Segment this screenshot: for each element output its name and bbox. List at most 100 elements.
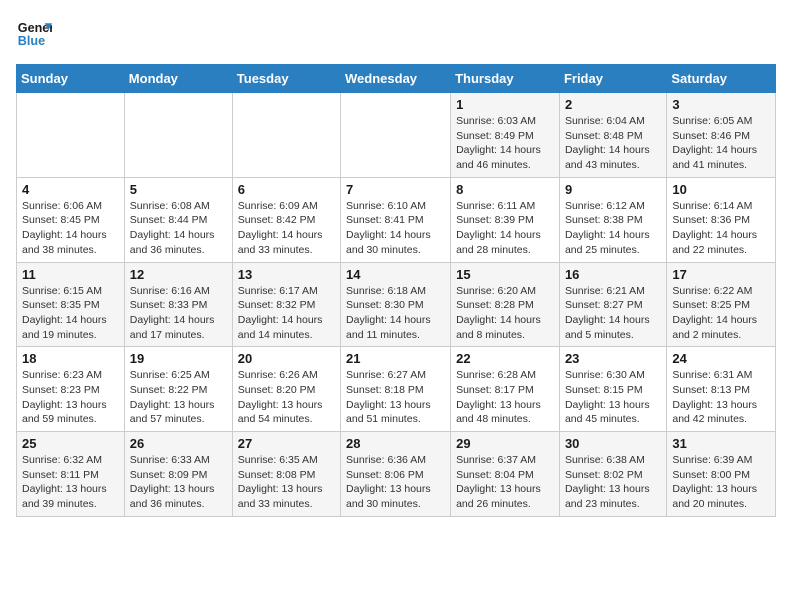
calendar-cell: 12 Sunrise: 6:16 AM Sunset: 8:33 PM Dayli… [124, 262, 232, 347]
calendar-cell: 17 Sunrise: 6:22 AM Sunset: 8:25 PM Dayli… [667, 262, 776, 347]
day-info: Sunrise: 6:25 AM Sunset: 8:22 PM Dayligh… [130, 368, 227, 427]
calendar-cell: 10 Sunrise: 6:14 AM Sunset: 8:36 PM Dayli… [667, 177, 776, 262]
weekday-header-thursday: Thursday [451, 65, 560, 93]
day-number: 29 [456, 436, 554, 451]
calendar-cell: 31 Sunrise: 6:39 AM Sunset: 8:00 PM Dayli… [667, 432, 776, 517]
day-number: 20 [238, 351, 335, 366]
weekday-header-sunday: Sunday [17, 65, 125, 93]
day-number: 15 [456, 267, 554, 282]
day-info: Sunrise: 6:12 AM Sunset: 8:38 PM Dayligh… [565, 199, 661, 258]
day-info: Sunrise: 6:33 AM Sunset: 8:09 PM Dayligh… [130, 453, 227, 512]
day-number: 28 [346, 436, 445, 451]
calendar-cell: 30Sunrise: 6:38 AM Sunset: 8:02 PM Dayli… [559, 432, 666, 517]
day-info: Sunrise: 6:03 AM Sunset: 8:49 PM Dayligh… [456, 114, 554, 173]
day-info: Sunrise: 6:05 AM Sunset: 8:46 PM Dayligh… [672, 114, 770, 173]
day-number: 16 [565, 267, 661, 282]
calendar-cell: 20 Sunrise: 6:26 AM Sunset: 8:20 PM Dayli… [232, 347, 340, 432]
day-number: 22 [456, 351, 554, 366]
svg-text:Blue: Blue [18, 34, 45, 48]
calendar-cell: 28 Sunrise: 6:36 AM Sunset: 8:06 PM Dayli… [341, 432, 451, 517]
day-info: Sunrise: 6:04 AM Sunset: 8:48 PM Dayligh… [565, 114, 661, 173]
day-number: 24 [672, 351, 770, 366]
day-number: 23 [565, 351, 661, 366]
day-number: 2 [565, 97, 661, 112]
day-info: Sunrise: 6:20 AM Sunset: 8:28 PM Dayligh… [456, 284, 554, 343]
day-info: Sunrise: 6:18 AM Sunset: 8:30 PM Dayligh… [346, 284, 445, 343]
calendar-cell: 13 Sunrise: 6:17 AM Sunset: 8:32 PM Dayli… [232, 262, 340, 347]
page-header: General Blue [16, 16, 776, 52]
day-number: 14 [346, 267, 445, 282]
day-info: Sunrise: 6:10 AM Sunset: 8:41 PM Dayligh… [346, 199, 445, 258]
day-number: 25 [22, 436, 119, 451]
day-number: 8 [456, 182, 554, 197]
calendar-cell [341, 93, 451, 178]
calendar-cell: 3 Sunrise: 6:05 AM Sunset: 8:46 PM Daylig… [667, 93, 776, 178]
calendar-week-4: 18 Sunrise: 6:23 AM Sunset: 8:23 PM Dayli… [17, 347, 776, 432]
calendar-cell: 2 Sunrise: 6:04 AM Sunset: 8:48 PM Daylig… [559, 93, 666, 178]
day-number: 9 [565, 182, 661, 197]
weekday-header-monday: Monday [124, 65, 232, 93]
day-number: 3 [672, 97, 770, 112]
weekday-header-saturday: Saturday [667, 65, 776, 93]
day-number: 26 [130, 436, 227, 451]
calendar-cell: 5 Sunrise: 6:08 AM Sunset: 8:44 PM Daylig… [124, 177, 232, 262]
day-number: 17 [672, 267, 770, 282]
day-number: 5 [130, 182, 227, 197]
calendar-cell: 9 Sunrise: 6:12 AM Sunset: 8:38 PM Daylig… [559, 177, 666, 262]
day-number: 7 [346, 182, 445, 197]
day-info: Sunrise: 6:15 AM Sunset: 8:35 PM Dayligh… [22, 284, 119, 343]
calendar-cell: 15 Sunrise: 6:20 AM Sunset: 8:28 PM Dayli… [451, 262, 560, 347]
calendar-week-1: 1 Sunrise: 6:03 AM Sunset: 8:49 PM Daylig… [17, 93, 776, 178]
day-number: 30 [565, 436, 661, 451]
calendar-cell: 25Sunrise: 6:32 AM Sunset: 8:11 PM Dayli… [17, 432, 125, 517]
day-info: Sunrise: 6:31 AM Sunset: 8:13 PM Dayligh… [672, 368, 770, 427]
day-number: 12 [130, 267, 227, 282]
weekday-header-wednesday: Wednesday [341, 65, 451, 93]
weekday-header-friday: Friday [559, 65, 666, 93]
calendar-cell: 24 Sunrise: 6:31 AM Sunset: 8:13 PM Dayli… [667, 347, 776, 432]
calendar-cell: 6Sunrise: 6:09 AM Sunset: 8:42 PM Daylig… [232, 177, 340, 262]
day-number: 4 [22, 182, 119, 197]
calendar-cell: 23 Sunrise: 6:30 AM Sunset: 8:15 PM Dayli… [559, 347, 666, 432]
day-number: 21 [346, 351, 445, 366]
day-info: Sunrise: 6:08 AM Sunset: 8:44 PM Dayligh… [130, 199, 227, 258]
calendar-cell: 18 Sunrise: 6:23 AM Sunset: 8:23 PM Dayli… [17, 347, 125, 432]
weekday-header-row: SundayMondayTuesdayWednesdayThursdayFrid… [17, 65, 776, 93]
logo: General Blue [16, 16, 52, 52]
calendar-cell: 16 Sunrise: 6:21 AM Sunset: 8:27 PM Dayli… [559, 262, 666, 347]
day-info: Sunrise: 6:23 AM Sunset: 8:23 PM Dayligh… [22, 368, 119, 427]
day-number: 11 [22, 267, 119, 282]
day-info: Sunrise: 6:16 AM Sunset: 8:33 PM Dayligh… [130, 284, 227, 343]
day-number: 10 [672, 182, 770, 197]
day-info: Sunrise: 6:39 AM Sunset: 8:00 PM Dayligh… [672, 453, 770, 512]
day-number: 13 [238, 267, 335, 282]
calendar-cell: 1 Sunrise: 6:03 AM Sunset: 8:49 PM Daylig… [451, 93, 560, 178]
day-info: Sunrise: 6:30 AM Sunset: 8:15 PM Dayligh… [565, 368, 661, 427]
day-number: 1 [456, 97, 554, 112]
calendar-table: SundayMondayTuesdayWednesdayThursdayFrid… [16, 64, 776, 517]
calendar-cell: 29Sunrise: 6:37 AM Sunset: 8:04 PM Dayli… [451, 432, 560, 517]
calendar-cell: 19Sunrise: 6:25 AM Sunset: 8:22 PM Dayli… [124, 347, 232, 432]
day-info: Sunrise: 6:36 AM Sunset: 8:06 PM Dayligh… [346, 453, 445, 512]
calendar-cell: 8 Sunrise: 6:11 AM Sunset: 8:39 PM Daylig… [451, 177, 560, 262]
calendar-body: 1 Sunrise: 6:03 AM Sunset: 8:49 PM Daylig… [17, 93, 776, 517]
day-info: Sunrise: 6:26 AM Sunset: 8:20 PM Dayligh… [238, 368, 335, 427]
calendar-week-3: 11 Sunrise: 6:15 AM Sunset: 8:35 PM Dayli… [17, 262, 776, 347]
calendar-cell: 14 Sunrise: 6:18 AM Sunset: 8:30 PM Dayli… [341, 262, 451, 347]
calendar-cell: 27 Sunrise: 6:35 AM Sunset: 8:08 PM Dayli… [232, 432, 340, 517]
calendar-week-5: 25Sunrise: 6:32 AM Sunset: 8:11 PM Dayli… [17, 432, 776, 517]
day-info: Sunrise: 6:21 AM Sunset: 8:27 PM Dayligh… [565, 284, 661, 343]
day-info: Sunrise: 6:35 AM Sunset: 8:08 PM Dayligh… [238, 453, 335, 512]
day-info: Sunrise: 6:17 AM Sunset: 8:32 PM Dayligh… [238, 284, 335, 343]
day-number: 27 [238, 436, 335, 451]
weekday-header-tuesday: Tuesday [232, 65, 340, 93]
day-number: 18 [22, 351, 119, 366]
calendar-cell [124, 93, 232, 178]
day-info: Sunrise: 6:22 AM Sunset: 8:25 PM Dayligh… [672, 284, 770, 343]
day-info: Sunrise: 6:14 AM Sunset: 8:36 PM Dayligh… [672, 199, 770, 258]
calendar-cell: 4Sunrise: 6:06 AM Sunset: 8:45 PM Daylig… [17, 177, 125, 262]
day-info: Sunrise: 6:11 AM Sunset: 8:39 PM Dayligh… [456, 199, 554, 258]
calendar-week-2: 4Sunrise: 6:06 AM Sunset: 8:45 PM Daylig… [17, 177, 776, 262]
day-number: 31 [672, 436, 770, 451]
calendar-cell [232, 93, 340, 178]
